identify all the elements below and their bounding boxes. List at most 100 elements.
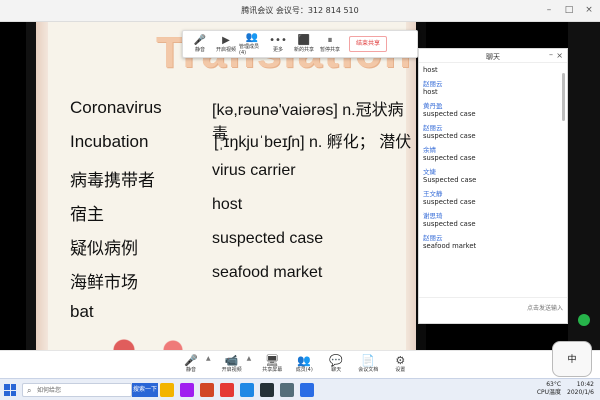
toolbar-new-share-button[interactable]: ⬛ 新的共享	[291, 30, 317, 58]
members-label: 成员(4)	[295, 367, 313, 373]
term-bat: bat	[70, 302, 94, 321]
maximize-icon[interactable]: □	[562, 4, 576, 17]
game-icon[interactable]	[260, 383, 274, 397]
chat-message: 赵丽云 seafood market	[423, 232, 563, 250]
toolbar-pause-share-button[interactable]: ⏸ 暂停共享	[317, 30, 343, 58]
term-suspected-case-cn: 疑似病例	[70, 239, 138, 258]
members-button[interactable]: 👥 成员(4)	[293, 355, 315, 373]
start-tile	[10, 384, 16, 390]
microphone-icon: 🎤	[184, 354, 198, 367]
meeting-doc-button[interactable]: 📄 会议文档	[357, 355, 379, 373]
window-controls: – □ ×	[542, 4, 596, 17]
definition-host: host	[212, 196, 243, 213]
close-icon[interactable]: ×	[582, 4, 596, 17]
cpu-temp-value: 63°C	[546, 381, 562, 388]
mute-options-caret[interactable]: ▲	[206, 355, 211, 373]
end-share-button[interactable]: 结束共享	[349, 36, 388, 52]
share-screen-button[interactable]: 🖥 共享屏幕	[261, 355, 283, 373]
video-icon: ▶	[222, 34, 230, 46]
toolbar-video-label: 开启视频	[215, 46, 236, 53]
taskbar-search-placeholder: 如何给您	[37, 387, 62, 394]
chat-title: 聊天	[486, 53, 500, 61]
video-icon: 📹	[224, 354, 239, 367]
chat-text: seafood market	[423, 242, 477, 250]
windows-explorer-icon[interactable]	[160, 383, 174, 397]
floating-input-badge[interactable]: 中	[552, 341, 592, 377]
chat-sender: 王文静	[423, 190, 443, 198]
chat-message: 王文静 suspected case	[423, 188, 563, 206]
chat-sender: 赵丽云	[423, 80, 443, 88]
chat-text: suspected case	[423, 198, 476, 206]
slide-decoration	[96, 338, 236, 350]
chat-text: suspected case	[423, 132, 476, 140]
chat-sender: 文婕	[423, 168, 436, 176]
members-icon: 👥	[297, 354, 312, 367]
doc-icon: 📄	[361, 354, 376, 367]
start-tile	[4, 384, 10, 390]
chat-sender: 赵丽云	[423, 124, 443, 132]
mute-button[interactable]: 🎤 静音	[180, 355, 202, 373]
term-virus-carrier-cn: 病毒携带者	[70, 171, 155, 190]
video-button[interactable]: 📹 开启视频	[221, 355, 243, 373]
chat-text: host	[423, 88, 438, 96]
taskbar-active-search-button[interactable]: 搜索一下	[132, 383, 158, 397]
toolbar-mute-button[interactable]: 🎤 静音	[187, 30, 213, 58]
toolbar-members-label: 管理成员(4)	[239, 43, 260, 56]
chat-icon: 💬	[329, 354, 344, 367]
chat-text: suspected case	[423, 154, 476, 162]
start-menu-icon[interactable]	[4, 384, 16, 396]
premiere-icon[interactable]	[180, 383, 194, 397]
chat-button[interactable]: 💬 聊天	[325, 355, 347, 373]
toolbar-more-button[interactable]: ••• 更多	[265, 30, 291, 58]
sharing-toolbar: 🎤 静音 ▶ 开启视频 👥 管理成员(4) ••• 更多 ⬛ 新的共享 ⏸ 暂停…	[182, 30, 418, 58]
toolbar-pause-share-label: 暂停共享	[319, 46, 340, 53]
close-icon[interactable]: ×	[556, 51, 563, 60]
share-screen-icon: 🖥	[265, 354, 280, 367]
clock-time: 10:42	[576, 381, 594, 388]
chat-message: 谢思琦 suspected case	[423, 210, 563, 228]
chat-message: 黄丹盈 suspected case	[423, 100, 563, 118]
toolbar-members-button[interactable]: 👥 管理成员(4)	[239, 30, 265, 58]
start-tile	[4, 390, 10, 396]
chat-label: 聊天	[331, 367, 342, 373]
chat-message: 余婧 suspected case	[423, 144, 563, 162]
taskbar-search[interactable]: ⌕ 如何给您	[22, 383, 132, 397]
minimize-icon[interactable]: –	[549, 50, 553, 59]
presentation-slide: Translation: Coronavirus Incubation 病毒携带…	[36, 22, 427, 350]
chat-messages: host 赵丽云 host 黄丹盈 suspected case 赵丽云 sus…	[419, 63, 567, 297]
qq-icon[interactable]	[240, 383, 254, 397]
toolbar-video-button[interactable]: ▶ 开启视频	[213, 30, 239, 58]
chat-sender: 余婧	[423, 146, 436, 154]
video-options-caret[interactable]: ▲	[247, 355, 252, 373]
chat-input[interactable]	[453, 302, 563, 316]
red-app-icon[interactable]	[220, 383, 234, 397]
settings-button[interactable]: ⚙ 设置	[389, 355, 411, 373]
search-icon: ⌕	[27, 386, 32, 395]
cpu-temp[interactable]: 63°C CPU温度	[537, 381, 561, 397]
term-seafood-market-cn: 海鲜市场	[70, 273, 138, 292]
tencent-meeting-icon[interactable]	[300, 383, 314, 397]
status-dot[interactable]	[578, 314, 590, 326]
chat-message: host	[423, 66, 563, 74]
chat-input-area	[419, 297, 567, 323]
toolbar-more-label: 更多	[272, 46, 283, 53]
powerpoint-icon[interactable]	[200, 383, 214, 397]
video-label: 开启视频	[221, 367, 242, 373]
chat-text: host	[423, 66, 438, 74]
chat-message: 赵丽云 suspected case	[423, 122, 563, 140]
slide-left-border	[36, 22, 48, 350]
definition-virus-carrier: virus carrier	[212, 162, 296, 179]
microphone-icon: 🎤	[193, 34, 207, 46]
chat-header: 聊天 – ×	[419, 49, 567, 63]
clock[interactable]: 10:42 2020/1/6	[567, 381, 594, 397]
chat-text: suspected case	[423, 110, 476, 118]
camera-icon[interactable]	[280, 383, 294, 397]
title-bar: 腾讯会议 会议号：312 814 510 – □ ×	[0, 0, 600, 22]
chat-text: Suspected case	[423, 176, 477, 184]
taskbar: ⌕ 如何给您 搜索一下 63°C CPU温度 10:42 2020/1/6	[0, 378, 600, 400]
members-icon: 👥	[245, 31, 259, 43]
minimize-icon[interactable]: –	[542, 4, 556, 17]
chat-scrollbar[interactable]	[562, 73, 565, 121]
chat-text: suspected case	[423, 220, 476, 228]
mute-label: 静音	[185, 367, 196, 373]
